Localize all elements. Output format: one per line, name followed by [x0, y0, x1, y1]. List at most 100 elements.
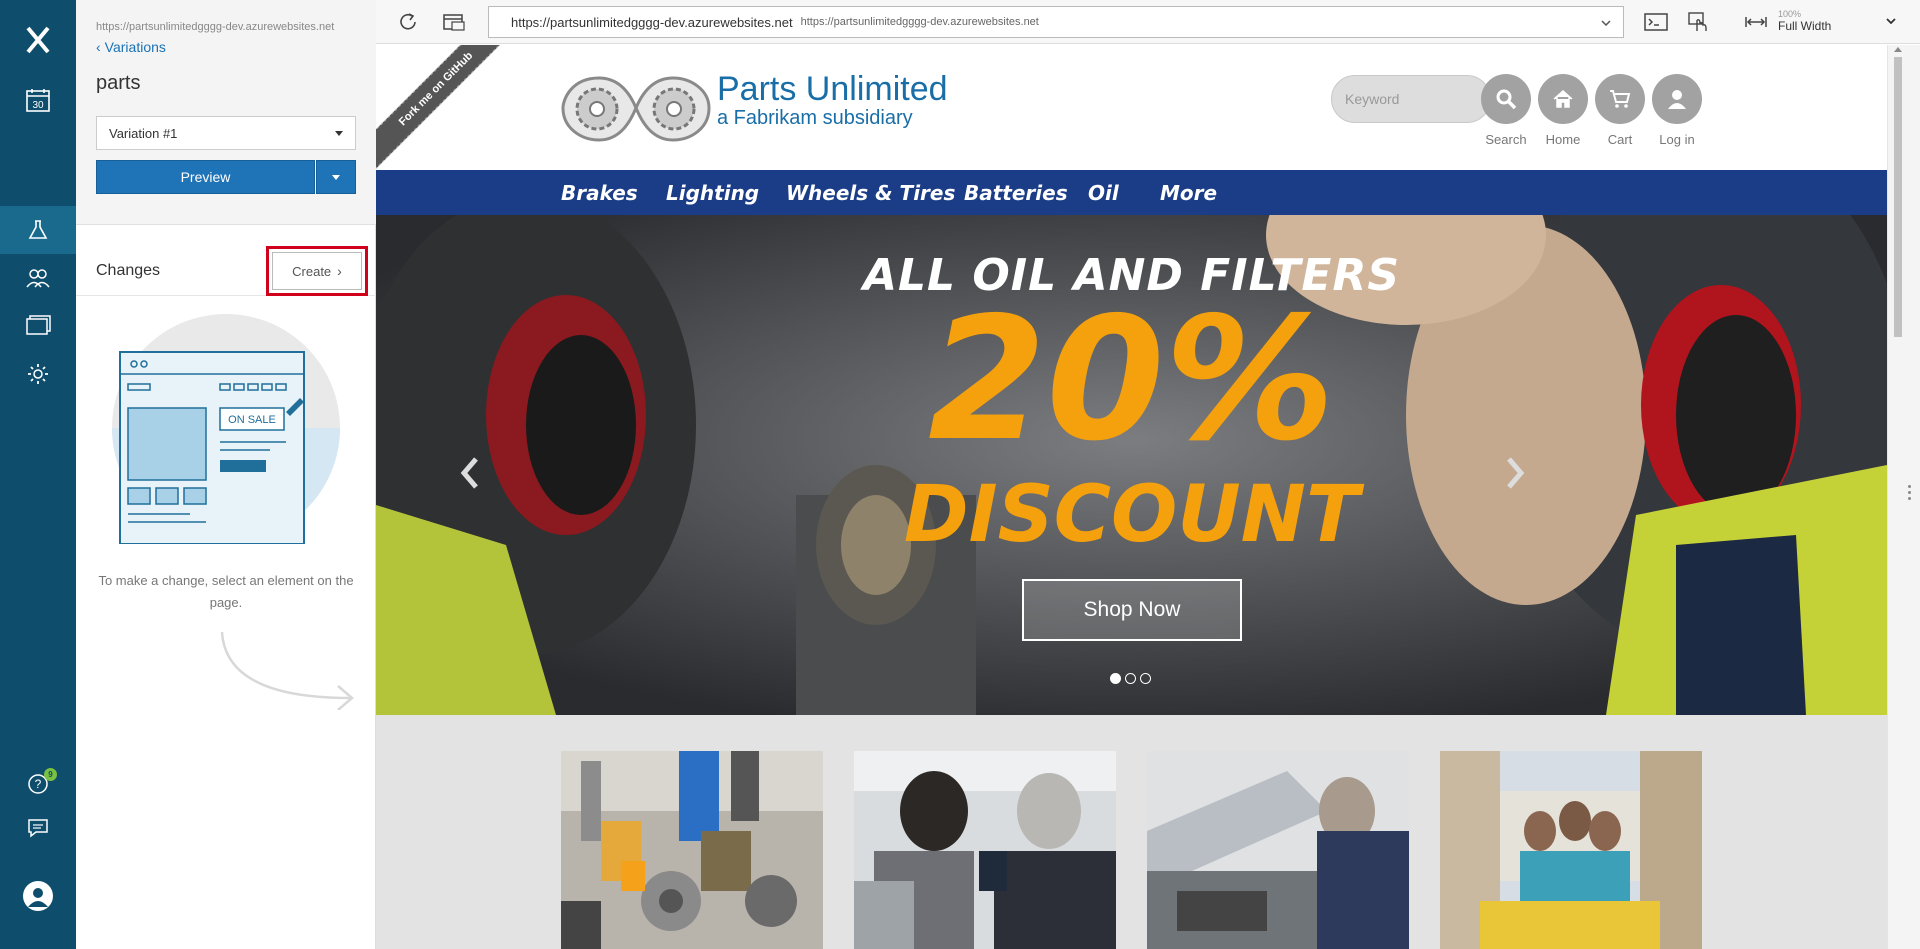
- create-label: Create: [292, 263, 332, 279]
- site-preview: Fork me on GitHub Parts Unlimited a Fabr…: [376, 45, 1887, 949]
- calendar-button[interactable]: 30: [0, 76, 76, 124]
- carousel-prev-icon[interactable]: [458, 455, 482, 491]
- brand-title: Parts Unlimited: [717, 70, 948, 108]
- reload-button[interactable]: [396, 10, 420, 34]
- create-button[interactable]: Create ›: [272, 252, 362, 290]
- hero-discount-percent: 20%: [928, 281, 1335, 479]
- optimizely-x-logo-icon: [26, 26, 50, 54]
- cart-icon: [1610, 90, 1631, 108]
- svg-text:?: ?: [35, 777, 42, 791]
- changes-header: Changes Create ›: [76, 244, 376, 296]
- preview-button[interactable]: Preview: [96, 160, 315, 194]
- panel-resize-handle[interactable]: [1908, 485, 1912, 503]
- page-settings-button[interactable]: [442, 10, 466, 34]
- pointer-hand-icon: [1688, 12, 1707, 31]
- help-badge: 9: [44, 768, 57, 781]
- url-text: https://partsunlimitedgggg-dev.azurewebs…: [511, 14, 793, 30]
- variation-dropdown[interactable]: Variation #1: [96, 116, 356, 150]
- menu-lighting[interactable]: Lighting: [666, 170, 759, 215]
- carousel-next-icon[interactable]: [1503, 455, 1527, 491]
- chevron-left-icon: ‹: [96, 39, 101, 55]
- svg-text:30: 30: [32, 100, 44, 111]
- browser-window-icon: [443, 14, 465, 31]
- width-mode[interactable]: Full Width: [1778, 19, 1831, 33]
- keyword-search-input[interactable]: Keyword: [1331, 75, 1491, 123]
- parts-unlimited-logo[interactable]: [561, 70, 711, 146]
- carousel-dot[interactable]: [1110, 673, 1121, 684]
- cart-label[interactable]: Cart: [1590, 132, 1650, 147]
- back-link-label: Variations: [104, 39, 166, 55]
- search-icon: [1496, 89, 1517, 110]
- help-button[interactable]: ? 9: [0, 760, 76, 808]
- menu-brakes[interactable]: Brakes: [561, 170, 638, 215]
- menu-oil[interactable]: Oil: [1088, 170, 1119, 215]
- viewport-width-button[interactable]: [1744, 10, 1768, 34]
- user-icon: [1668, 90, 1686, 109]
- hero-discount-label: DISCOUNT: [903, 470, 1360, 560]
- home-label[interactable]: Home: [1533, 132, 1593, 147]
- url-field[interactable]: https://partsunlimitedgggg-dev.azurewebs…: [488, 6, 1624, 38]
- dealer-tile-image[interactable]: [854, 751, 1116, 949]
- empty-changes-illustration: ON SALE: [112, 314, 340, 544]
- carousel-dot[interactable]: [1140, 673, 1151, 684]
- profile-button[interactable]: [0, 872, 76, 920]
- page-scrollbar[interactable]: [1887, 45, 1920, 949]
- optimizely-logo[interactable]: [0, 16, 76, 64]
- brand-subtitle: a Fabrikam subsidiary: [717, 107, 913, 129]
- pages-nav[interactable]: [0, 302, 76, 350]
- parts-tile-image[interactable]: [561, 751, 823, 949]
- experiments-nav[interactable]: [0, 206, 76, 254]
- feedback-button[interactable]: [0, 804, 76, 852]
- curved-arrow-icon: [220, 631, 354, 710]
- avatar-icon: [23, 881, 53, 911]
- search-label[interactable]: Search: [1476, 132, 1536, 147]
- login-button[interactable]: [1652, 74, 1702, 124]
- experiment-name: parts: [96, 72, 141, 94]
- scroll-up-icon[interactable]: [1894, 47, 1902, 52]
- chat-icon: [28, 819, 48, 838]
- empty-changes-hint: To make a change, select an element on t…: [98, 573, 354, 610]
- chevron-right-icon: ›: [337, 263, 342, 279]
- category-tiles: [376, 715, 1887, 949]
- url-suggestion: https://partsunlimitedgggg-dev.azurewebs…: [800, 16, 1039, 28]
- chevron-down-icon[interactable]: [1886, 18, 1896, 24]
- chevron-down-icon: [335, 130, 343, 136]
- interactive-mode-button[interactable]: [1686, 10, 1710, 34]
- lifestyle-tile-image[interactable]: [1440, 751, 1702, 949]
- back-to-variations-link[interactable]: ‹ Variations: [96, 39, 166, 55]
- gear-icon: [28, 364, 48, 384]
- login-label[interactable]: Log in: [1647, 132, 1707, 147]
- carousel-indicators: [1110, 673, 1151, 684]
- github-ribbon[interactable]: Fork me on GitHub: [376, 45, 524, 177]
- chevron-down-icon[interactable]: [1601, 20, 1611, 26]
- illustration-tag: ON SALE: [228, 414, 276, 426]
- width-arrows-icon: [1745, 17, 1767, 27]
- repair-tile-image[interactable]: [1147, 751, 1409, 949]
- audiences-icon: [26, 269, 50, 288]
- calendar-icon: 30: [26, 89, 50, 112]
- terminal-icon: [1644, 13, 1668, 31]
- variation-selected: Variation #1: [109, 125, 178, 141]
- app-rail: 30 ? 9: [0, 0, 76, 949]
- menu-batteries[interactable]: Batteries: [964, 170, 1068, 215]
- chevron-down-icon: [332, 174, 340, 180]
- shop-now-button[interactable]: Shop Now: [1022, 579, 1242, 641]
- code-editor-button[interactable]: [1644, 10, 1668, 34]
- preview-options-button[interactable]: [316, 160, 356, 194]
- search-button[interactable]: [1481, 74, 1531, 124]
- carousel-dot[interactable]: [1125, 673, 1136, 684]
- scrollbar-thumb[interactable]: [1894, 57, 1902, 337]
- audiences-nav[interactable]: [0, 254, 76, 302]
- refresh-icon: [400, 13, 416, 30]
- home-button[interactable]: [1538, 74, 1588, 124]
- menu-wheels-tires[interactable]: Wheels & Tires: [786, 170, 955, 215]
- changes-label: Changes: [96, 262, 161, 279]
- menu-more[interactable]: More: [1160, 170, 1217, 215]
- hero-carousel: ALL OIL AND FILTERS 20% DISCOUNT Shop No…: [376, 215, 1887, 715]
- settings-nav[interactable]: [0, 350, 76, 398]
- cart-button[interactable]: [1595, 74, 1645, 124]
- pages-icon: [26, 315, 51, 335]
- site-url: https://partsunlimitedgggg-dev.azurewebs…: [96, 21, 335, 33]
- flask-icon: [28, 220, 48, 239]
- home-icon: [1553, 89, 1573, 108]
